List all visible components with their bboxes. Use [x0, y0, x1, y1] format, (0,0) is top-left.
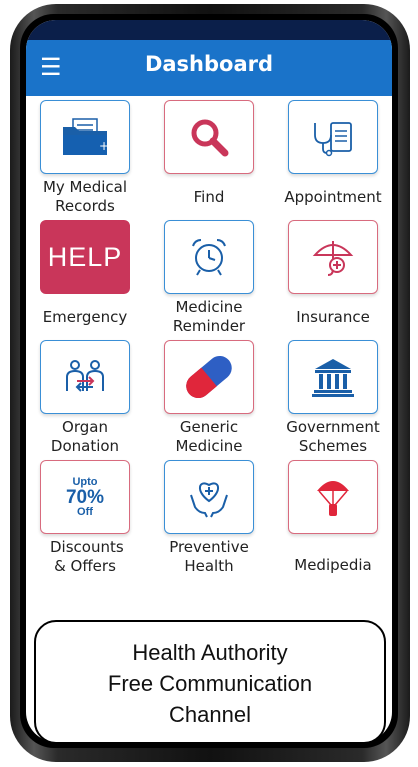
callout-box: Health Authority Free Communication Chan… — [34, 620, 386, 744]
tile-emergency[interactable]: HELP Emergency — [26, 220, 144, 338]
tile-label: Discounts & Offers — [50, 538, 124, 575]
tile-button[interactable] — [288, 460, 378, 534]
app-bar: ☰ Dashboard — [26, 40, 392, 96]
badge-off: Off — [77, 505, 93, 518]
tile-button[interactable] — [288, 340, 378, 414]
tile-button[interactable] — [288, 100, 378, 174]
tile-generic-medicine[interactable]: Generic Medicine — [150, 340, 268, 458]
tile-label: Preventive Health — [169, 538, 249, 575]
tile-button[interactable]: Upto 70% Off — [40, 460, 130, 534]
discount-badge: Upto 70% Off — [65, 475, 105, 518]
tile-label: Medipedia — [294, 556, 372, 574]
help-button[interactable]: HELP — [40, 220, 130, 294]
tile-label: Appointment — [284, 188, 382, 206]
tile-insurance[interactable]: Insurance — [274, 220, 392, 338]
tile-button[interactable]: + — [40, 100, 130, 174]
capsule-icon — [186, 356, 232, 398]
tile-label: Generic Medicine — [175, 418, 243, 455]
tile-my-medical-records[interactable]: + My Medical Records — [26, 100, 144, 218]
badge-percent: 70% — [65, 486, 105, 508]
callout-line-1: Health Authority — [132, 640, 288, 665]
parachute-icon — [317, 481, 349, 516]
tile-button[interactable] — [288, 220, 378, 294]
callout-line-3: Channel — [169, 702, 251, 727]
tile-label: Find — [193, 188, 225, 206]
alarm-clock-icon — [192, 239, 226, 276]
tile-appointment[interactable]: Appointment — [274, 100, 392, 218]
tile-button[interactable] — [40, 340, 130, 414]
tile-discounts-offers[interactable]: Upto 70% Off Discounts & Offers — [26, 460, 144, 600]
tile-label: My Medical Records — [42, 178, 128, 215]
search-icon — [191, 119, 229, 157]
tile-label: Government Schemes — [286, 418, 380, 455]
tile-label: Medicine Reminder — [172, 298, 246, 335]
tile-label: Organ Donation — [50, 418, 120, 455]
tile-organ-donation[interactable]: Organ Donation — [26, 340, 144, 458]
stethoscope-clipboard-icon — [314, 122, 352, 157]
tile-label: Emergency — [42, 308, 128, 326]
tile-find[interactable]: Find — [150, 100, 268, 218]
tile-button[interactable] — [164, 100, 254, 174]
tile-preventive-health[interactable]: Preventive Health — [150, 460, 268, 578]
hands-heart-icon — [190, 482, 228, 518]
page-title: Dashboard — [144, 52, 274, 76]
help-text: HELP — [47, 241, 123, 272]
tile-government-schemes[interactable]: Government Schemes — [274, 340, 392, 458]
svg-text:+: + — [99, 139, 109, 153]
government-building-icon — [312, 359, 354, 397]
callout-line-2: Free Communication — [107, 671, 313, 696]
tile-medipedia[interactable]: Medipedia — [274, 460, 392, 578]
tile-medicine-reminder[interactable]: Medicine Reminder — [150, 220, 268, 338]
tile-label: Insurance — [296, 308, 370, 326]
badge-upto: Upto — [72, 475, 98, 488]
umbrella-medical-icon — [312, 241, 354, 276]
tile-button[interactable] — [164, 340, 254, 414]
organ-transfer-icon — [66, 360, 104, 392]
tile-button[interactable] — [164, 460, 254, 534]
tile-button[interactable] — [164, 220, 254, 294]
folder-icon: + — [63, 118, 109, 155]
status-bar — [26, 20, 392, 40]
